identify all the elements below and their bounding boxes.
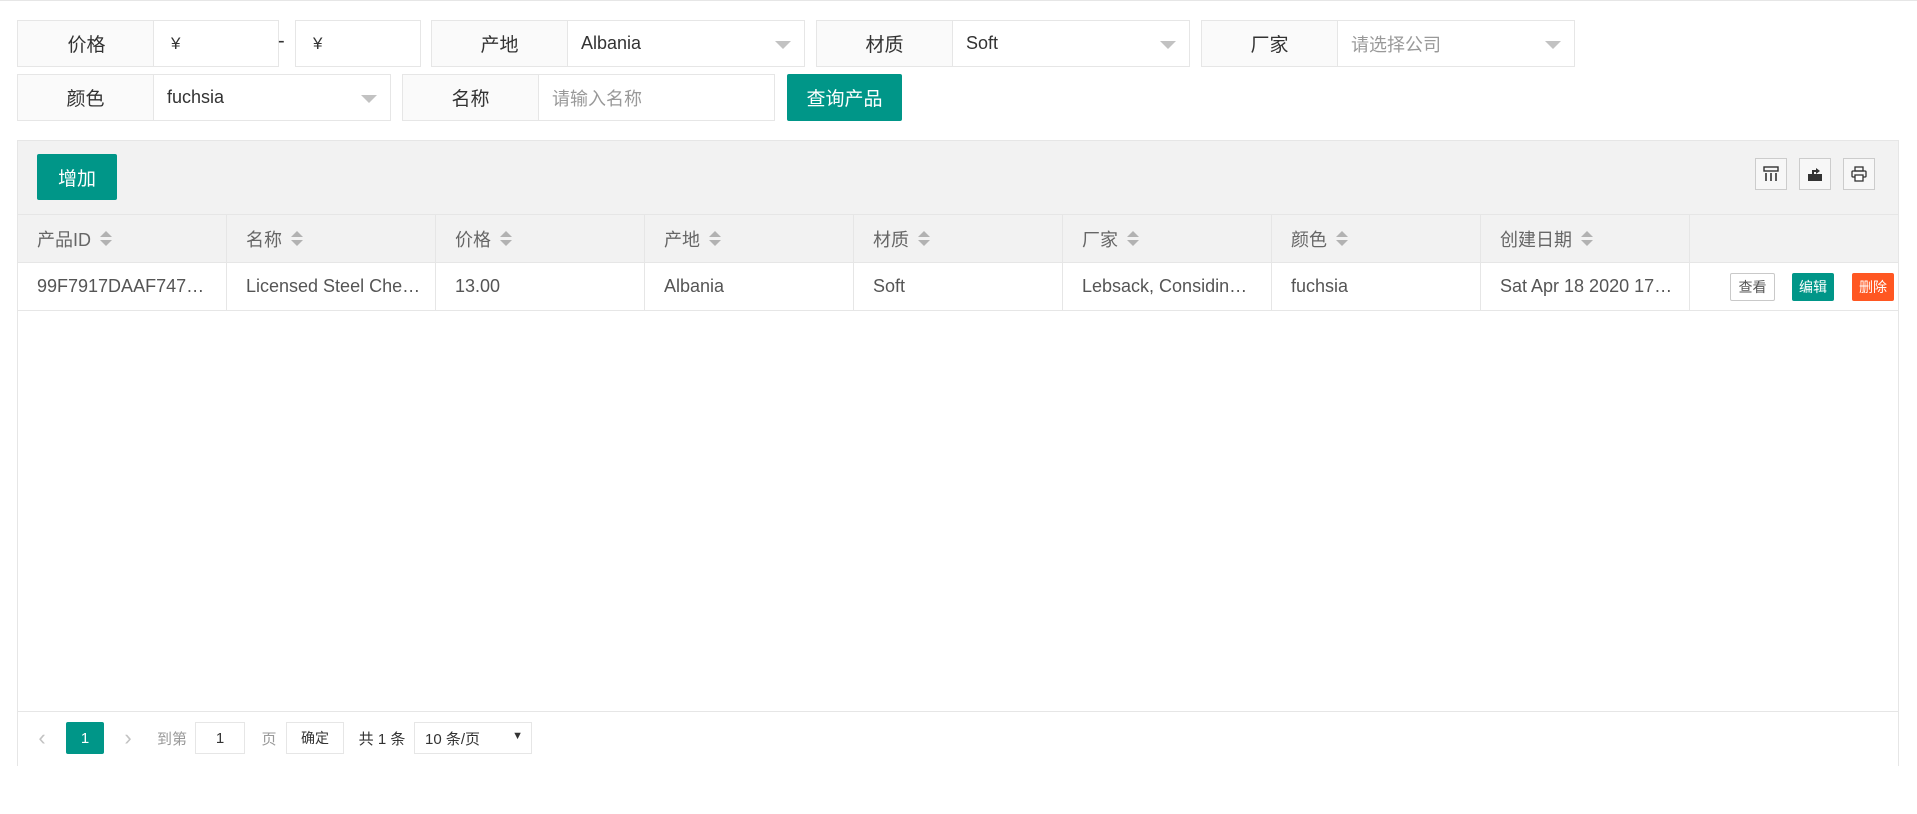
goto-label: 到第 (156, 730, 187, 748)
chevron-down-icon (775, 41, 791, 49)
sort-icon[interactable] (1336, 230, 1348, 247)
sort-icon[interactable] (1127, 230, 1139, 247)
column-header-price[interactable]: 价格 (436, 215, 645, 262)
cell-origin: Albania (645, 263, 854, 310)
column-header-label: 价格 (455, 229, 491, 250)
color-label: 颜色 (18, 75, 154, 120)
chevron-down-icon (1545, 41, 1561, 49)
total-count: 共 1 条 (358, 730, 406, 748)
color-value-text: fuchsia (167, 87, 225, 107)
cell-actions: 查看 编辑 删除 (1690, 263, 1900, 310)
sort-icon[interactable] (291, 230, 303, 247)
product-table-panel: 增加 产品ID 名称 价格 产地 材质 厂家 颜色 创建日期 99F7917DA… (17, 140, 1899, 766)
chevron-down-icon: ▼ (512, 730, 523, 742)
cell-maker: Lebsack, Considin… (1063, 263, 1272, 310)
price-label: 价格 (18, 21, 155, 66)
name-input[interactable]: 请输入名称 (539, 75, 774, 120)
maker-label: 厂家 (1202, 21, 1338, 66)
cell-origin-text: Albania (664, 276, 725, 296)
column-header-label: 厂家 (1082, 229, 1118, 250)
price-max-input[interactable]: ¥ (295, 20, 421, 67)
price-filter-label-box: 价格 (17, 20, 158, 67)
export-icon[interactable] (1799, 158, 1831, 190)
column-header-label: 材质 (873, 229, 909, 250)
cell-id: 99F7917DAAF747… (18, 263, 227, 310)
origin-value-text: Albania (581, 33, 642, 53)
column-header-maker[interactable]: 厂家 (1063, 215, 1272, 262)
chevron-down-icon (1160, 41, 1176, 49)
price-min-input[interactable]: ¥ (153, 20, 279, 67)
material-value-text: Soft (966, 33, 999, 53)
current-page-button[interactable]: 1 (66, 722, 104, 754)
cell-material: Soft (854, 263, 1063, 310)
add-button[interactable]: 增加 (37, 154, 117, 200)
column-header-material[interactable]: 材质 (854, 215, 1063, 262)
print-icon[interactable] (1843, 158, 1875, 190)
cell-color-text: fuchsia (1291, 276, 1349, 296)
column-header-id[interactable]: 产品ID (18, 215, 227, 262)
page-size-value: 10 条/页 (425, 730, 481, 748)
name-label: 名称 (403, 75, 539, 120)
price-separator: - (278, 30, 285, 52)
pagination: ‹ 1 › 到第 1 页 确定 共 1 条 10 条/页 ▼ (18, 711, 1898, 766)
maker-select[interactable]: 厂家 请选择公司 (1201, 20, 1575, 67)
sort-icon[interactable] (500, 230, 512, 247)
goto-confirm-button[interactable]: 确定 (286, 722, 344, 754)
cell-created: Sat Apr 18 2020 17… (1481, 263, 1690, 310)
page-suffix-label: 页 (261, 730, 277, 748)
material-label: 材质 (817, 21, 953, 66)
cell-name: Licensed Steel Che… (227, 263, 436, 310)
column-header-name[interactable]: 名称 (227, 215, 436, 262)
delete-button[interactable]: 删除 (1852, 273, 1894, 301)
edit-button[interactable]: 编辑 (1792, 273, 1834, 301)
table-header: 产品ID 名称 价格 产地 材质 厂家 颜色 创建日期 (18, 215, 1898, 263)
column-header-label: 创建日期 (1500, 229, 1572, 250)
column-header-color[interactable]: 颜色 (1272, 215, 1481, 262)
cell-name-text: Licensed Steel Che… (246, 276, 421, 296)
color-select[interactable]: 颜色 fuchsia (17, 74, 391, 121)
next-page-icon[interactable]: › (118, 722, 138, 754)
sort-icon[interactable] (918, 230, 930, 247)
sort-icon[interactable] (1581, 230, 1593, 247)
maker-placeholder: 请选择公司 (1351, 34, 1441, 55)
column-header-label: 颜色 (1291, 229, 1327, 250)
chevron-down-icon (361, 95, 377, 103)
columns-icon[interactable] (1755, 158, 1787, 190)
cell-color: fuchsia (1272, 263, 1481, 310)
material-select[interactable]: 材质 Soft (816, 20, 1190, 67)
cell-maker-text: Lebsack, Considin… (1082, 276, 1248, 296)
material-value[interactable]: Soft (953, 21, 1189, 66)
cell-price: 13.00 (436, 263, 645, 310)
column-header-origin[interactable]: 产地 (645, 215, 854, 262)
column-header-label: 名称 (246, 229, 282, 250)
maker-value[interactable]: 请选择公司 (1338, 21, 1574, 66)
name-filter[interactable]: 名称 请输入名称 (402, 74, 775, 121)
search-products-button[interactable]: 查询产品 (787, 74, 902, 121)
cell-material-text: Soft (873, 276, 906, 296)
cell-created-text: Sat Apr 18 2020 17… (1500, 276, 1673, 296)
table-toolbar: 增加 (18, 141, 1898, 215)
color-value[interactable]: fuchsia (154, 75, 390, 120)
top-divider (0, 0, 1917, 1)
goto-page-input[interactable]: 1 (195, 722, 245, 754)
cell-id-text: 99F7917DAAF747… (37, 276, 205, 296)
prev-page-icon[interactable]: ‹ (32, 722, 52, 754)
column-header-actions (1690, 215, 1900, 262)
column-header-created[interactable]: 创建日期 (1481, 215, 1690, 262)
origin-select[interactable]: 产地 Albania (431, 20, 805, 67)
column-header-label: 产地 (664, 229, 700, 250)
view-button[interactable]: 查看 (1730, 273, 1775, 301)
cell-price-text: 13.00 (455, 276, 501, 296)
page-size-select[interactable]: 10 条/页 ▼ (414, 722, 532, 754)
column-header-label: 产品ID (37, 229, 91, 250)
table-row[interactable]: 99F7917DAAF747… Licensed Steel Che… 13.0… (18, 263, 1898, 311)
sort-icon[interactable] (709, 230, 721, 247)
sort-icon[interactable] (100, 230, 112, 247)
origin-value[interactable]: Albania (568, 21, 804, 66)
origin-label: 产地 (432, 21, 568, 66)
